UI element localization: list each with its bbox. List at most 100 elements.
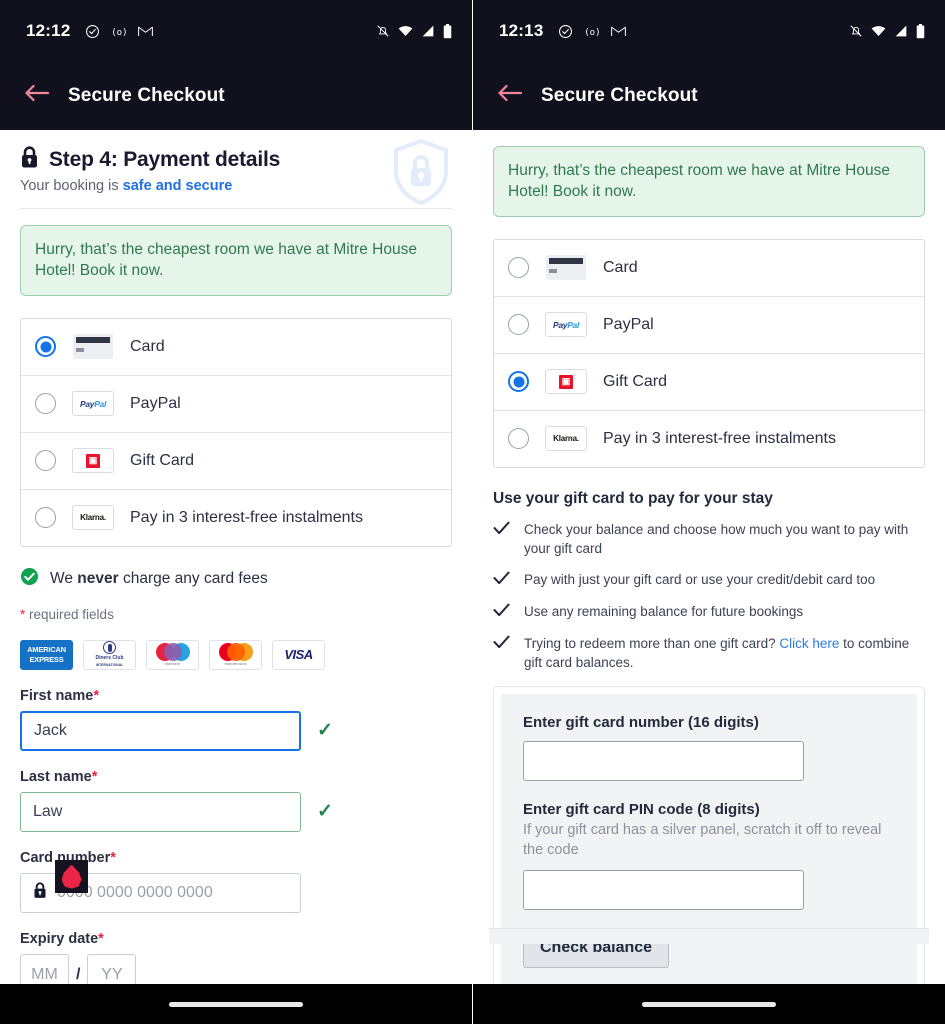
gift-card-logo: ▣: [545, 369, 587, 395]
gift-card-pin-input[interactable]: [523, 870, 804, 911]
payment-option-gift-card[interactable]: ▣ Gift Card: [21, 433, 451, 490]
back-arrow-icon[interactable]: [497, 83, 523, 109]
diners-line2: INTERNATIONAL: [95, 663, 124, 668]
expiry-month-input[interactable]: MM: [20, 953, 69, 984]
cast-icon: (o): [111, 25, 128, 38]
notifications-off-icon: [376, 24, 390, 38]
gift-card-number-input[interactable]: [523, 741, 804, 782]
check-icon: [493, 603, 510, 622]
radio-paypal[interactable]: [508, 314, 529, 336]
check-icon: [493, 635, 510, 654]
radio-klarna[interactable]: [508, 428, 529, 450]
required-text: required fields: [25, 606, 114, 622]
paypal-logo: PayPal: [545, 312, 587, 338]
diners-line1: Diners Club: [95, 655, 124, 662]
urgency-banner-left: Hurry, that’s the cheapest room we have …: [20, 225, 452, 296]
no-card-fees-text: We never charge any card fees: [50, 570, 268, 588]
svg-text:(o): (o): [112, 27, 128, 37]
klarna-logo: Klarna.: [545, 426, 587, 452]
klarna-logo: Klarna.: [72, 505, 114, 531]
radio-klarna[interactable]: [35, 507, 56, 529]
benefit-text: Use any remaining balance for future boo…: [524, 604, 804, 620]
page-footer-strip: [489, 928, 929, 944]
payment-option-label: Pay in 3 interest-free instalments: [603, 429, 836, 447]
payment-option-paypal[interactable]: PayPal PayPal: [21, 376, 451, 433]
payment-option-label: Gift Card: [130, 451, 195, 469]
payment-option-card[interactable]: Card: [494, 240, 924, 297]
visa-logo: VISA: [272, 639, 325, 670]
payment-option-label: Pay in 3 interest-free instalments: [130, 508, 363, 526]
last-name-value: Law: [33, 802, 63, 820]
gmail-icon: [611, 25, 627, 37]
battery-icon: [443, 23, 452, 39]
payment-option-gift-card[interactable]: ▣ Gift Card: [494, 354, 924, 411]
radio-gift-card[interactable]: [508, 371, 529, 393]
svg-text:(o): (o): [585, 27, 601, 37]
payment-method-list-right: Card PayPal PayPal ▣ Gift Card Klarna. P…: [493, 238, 925, 468]
app-bar-left: Secure Checkout: [0, 62, 472, 130]
signal-icon: [894, 25, 908, 37]
gift-card-section-heading: Use your gift card to pay for your stay: [493, 489, 773, 507]
shield-lock-icon: [392, 138, 450, 211]
radio-paypal[interactable]: [35, 393, 56, 415]
home-gesture-pill[interactable]: [642, 1001, 776, 1007]
last-name-input[interactable]: Law: [20, 791, 301, 832]
payment-option-klarna[interactable]: Klarna. Pay in 3 interest-free instalmen…: [21, 490, 451, 546]
phone-screen-left: 12:12 (o) Secure Checkout Step 4: Paymen…: [0, 0, 472, 1024]
payment-option-klarna[interactable]: Klarna. Pay in 3 interest-free instalmen…: [494, 411, 924, 467]
status-time: 12:12: [26, 21, 71, 40]
battery-icon: [916, 23, 925, 39]
check-icon: [493, 571, 510, 590]
gmail-icon: [138, 25, 154, 37]
expiry-label-text: Expiry date: [20, 930, 99, 947]
required-fields-note: * required fields: [20, 607, 452, 622]
payment-option-label: Card: [130, 337, 165, 355]
gift-card-benefits-list: Check your balance and choose how much y…: [493, 520, 925, 673]
status-bar-right: 12:13 (o): [473, 0, 945, 62]
home-gesture-pill[interactable]: [169, 1001, 303, 1007]
list-item: Use any remaining balance for future boo…: [493, 602, 925, 622]
no-card-fees-row: We never charge any card fees: [20, 567, 452, 591]
payment-option-label: PayPal: [130, 394, 181, 412]
header-divider: [20, 208, 452, 209]
fees-bold: never: [77, 569, 119, 587]
accepted-card-brands: AMERICAN EXPRESS Diners Club INTERNATION…: [20, 639, 452, 670]
fees-prefix: We: [50, 569, 78, 587]
expiry-year-input[interactable]: YY: [87, 953, 137, 984]
gift-card-logo: ▣: [72, 448, 114, 474]
safe-and-secure-link[interactable]: safe and secure: [123, 178, 233, 194]
first-name-required-star: *: [93, 687, 99, 704]
lock-icon: [33, 882, 47, 904]
check-circle-icon: [558, 24, 573, 39]
generic-card-icon: [545, 255, 587, 281]
red-drop-cursor: [55, 860, 88, 893]
check-circle-icon: [85, 24, 100, 39]
first-name-label-text: First name: [20, 687, 94, 704]
amex-line1: AMERICAN: [27, 645, 66, 655]
first-name-label: First name*: [20, 688, 452, 704]
benefit-prefix: Trying to redeem more than one gift card…: [524, 636, 780, 652]
benefit-text: Trying to redeem more than one gift card…: [524, 634, 925, 672]
payment-option-paypal[interactable]: PayPal PayPal: [494, 297, 924, 354]
app-bar-right: Secure Checkout: [473, 62, 945, 130]
last-name-valid-check-icon: ✓: [317, 801, 333, 823]
step-subtitle-prefix: Your booking is: [20, 178, 123, 194]
generic-card-icon: [72, 334, 114, 360]
mastercard-logo: mastercard: [209, 639, 262, 670]
back-arrow-icon[interactable]: [24, 83, 50, 109]
payment-option-card[interactable]: Card: [21, 319, 451, 376]
wifi-icon: [871, 25, 886, 37]
signal-icon: [421, 25, 435, 37]
radio-gift-card[interactable]: [35, 450, 56, 472]
notifications-off-icon: [849, 24, 863, 38]
radio-card[interactable]: [508, 257, 529, 279]
american-express-logo: AMERICAN EXPRESS: [20, 639, 73, 670]
list-item: Pay with just your gift card or use your…: [493, 570, 925, 590]
paypal-logo: PayPal: [72, 391, 114, 417]
radio-card[interactable]: [35, 336, 56, 358]
card-number-required-star: *: [110, 849, 116, 866]
click-here-link[interactable]: Click here: [779, 636, 839, 651]
first-name-input[interactable]: Jack: [20, 710, 301, 751]
page-body-left: Step 4: Payment details Your booking is …: [0, 130, 472, 984]
step-header: Step 4: Payment details Your booking is …: [0, 130, 472, 209]
